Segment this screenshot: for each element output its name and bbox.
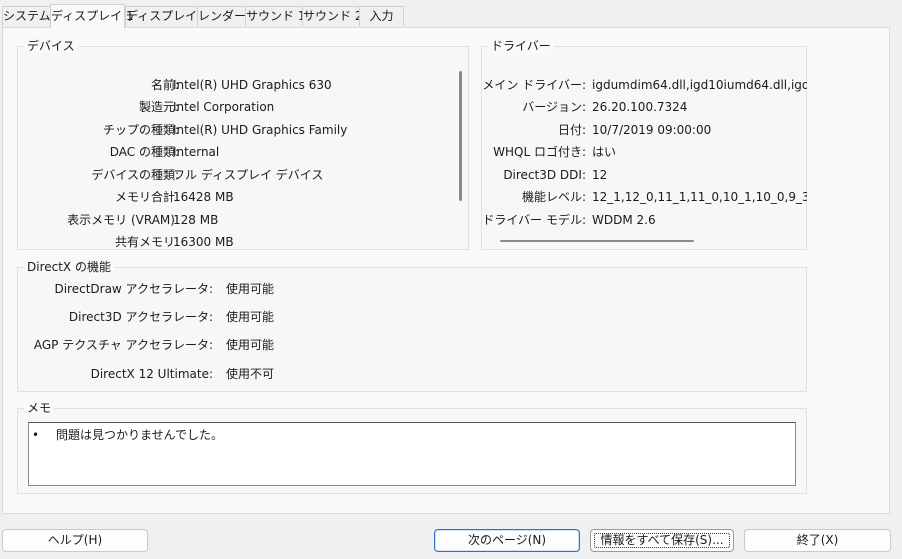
notes-group-title: メモ [24,401,55,415]
notes-text: 問題は見つかりませんでした。 [56,428,224,442]
device-value: Internal [173,145,220,159]
tab-label: サウンド 2 [303,9,363,23]
notes-textbox[interactable]: • 問題は見つかりませんでした。 [28,422,796,486]
device-label: DAC の種類: [109,145,179,159]
tab-sound-1[interactable]: サウンド 1 [245,6,306,26]
help-button-label: ヘルプ(H) [47,533,103,547]
driver-row-version: バージョン: 26.20.100.7324 [482,99,807,115]
save-all-info-button[interactable]: 情報をすべて保存(S)... [590,529,734,552]
driver-label: WHQL ロゴ付き: [493,145,586,159]
tab-system[interactable]: システム [2,6,51,26]
next-page-button[interactable]: 次のページ(N) [434,529,580,552]
directx-row-dx12-ultimate: DirectX 12 Ultimate: 使用不可 [18,366,418,382]
notes-bullet: • [32,428,40,442]
next-page-button-label: 次のページ(N) [467,533,547,547]
tab-display-1[interactable]: ディスプレイ 1 [50,4,134,28]
directx-row-direct3d: Direct3D アクセラレータ: 使用可能 [18,309,418,325]
tab-render[interactable]: レンダー [197,6,246,26]
drivers-horizontal-scrollbar[interactable] [500,240,694,242]
driver-label: 日付: [557,123,586,137]
device-label: 製造元: [138,100,179,114]
tab-display-2[interactable]: ディスプレイ 2 [125,6,209,26]
device-row-manufacturer: 製造元: Intel Corporation [18,99,458,115]
driver-value: 10/7/2019 09:00:00 [592,123,712,137]
directx-label: DirectX 12 Ultimate: [90,367,213,381]
driver-label: Direct3D DDI: [503,168,586,182]
driver-row-feature-levels: 機能レベル: 12_1,12_0,11_1,11_0,10_1,10_0,9_3… [482,189,807,205]
device-row-dac-type: DAC の種類: Internal [18,144,458,160]
tab-sound-2[interactable]: サウンド 2 [302,6,363,26]
driver-value: igdumdim64.dll,igd10iumd64.dll,igd10iumd… [592,78,807,92]
tab-label: ディスプレイ 1 [51,9,134,23]
device-row-total-memory: メモリ合計: 16428 MB [18,189,458,205]
directx-row-directdraw: DirectDraw アクセラレータ: 使用可能 [18,281,418,297]
driver-label: メイン ドライバー: [482,78,586,92]
directx-value: 使用可能 [226,310,275,324]
device-value: 16428 MB [173,190,234,204]
device-value: Intel Corporation [173,100,275,114]
driver-row-whql: WHQL ロゴ付き: はい [482,144,807,160]
directx-label: DirectDraw アクセラレータ: [54,282,213,296]
exit-button[interactable]: 終了(X) [744,529,891,552]
tab-label: レンダー [198,9,247,23]
device-label: 表示メモリ (VRAM): [67,213,179,227]
directx-features-title: DirectX の機能 [24,260,114,274]
device-label: メモリ合計: [114,190,179,204]
tab-label: サウンド 1 [246,9,306,23]
device-label: デバイスの種類: [91,168,179,182]
device-label: チップの種類: [102,123,179,137]
save-all-info-button-label: 情報をすべて保存(S)... [600,533,724,547]
driver-row-main-driver: メイン ドライバー: igdumdim64.dll,igd10iumd64.dl… [482,77,807,93]
device-list[interactable]: 名前: Intel(R) UHD Graphics 630 製造元: Intel… [18,47,458,249]
exit-button-label: 終了(X) [796,533,839,547]
device-label: 名前: [150,78,179,92]
driver-label: 機能レベル: [521,190,586,204]
directx-value: 使用可能 [226,338,275,352]
device-row-vram: 表示メモリ (VRAM): 128 MB [18,212,458,228]
driver-value: はい [592,145,617,159]
drivers-list[interactable]: メイン ドライバー: igdumdim64.dll,igd10iumd64.dl… [482,47,807,237]
device-value: フル ディスプレイ デバイス [173,168,324,182]
notes-group: メモ • 問題は見つかりませんでした。 [17,401,807,494]
device-row-chip-type: チップの種類: Intel(R) UHD Graphics Family [18,122,458,138]
directx-label: Direct3D アクセラレータ: [68,310,213,324]
directx-row-agp-texture: AGP テクスチャ アクセラレータ: 使用可能 [18,337,418,353]
directx-features-group: DirectX の機能 DirectDraw アクセラレータ: 使用可能 Dir… [17,260,807,392]
drivers-group: ドライバー メイン ドライバー: igdumdim64.dll,igd10ium… [481,39,807,250]
device-value: 128 MB [173,213,219,227]
directx-label: AGP テクスチャ アクセラレータ: [33,338,213,352]
tab-label: システム [3,9,51,23]
driver-value: 12 [592,168,608,182]
driver-row-date: 日付: 10/7/2019 09:00:00 [482,122,807,138]
tab-content-panel: デバイス 名前: Intel(R) UHD Graphics 630 製造元: … [2,27,890,514]
device-vertical-scrollbar[interactable] [459,71,462,201]
device-value: Intel(R) UHD Graphics 630 [173,78,332,92]
driver-value: WDDM 2.6 [592,213,656,227]
directx-value: 使用可能 [226,282,275,296]
device-label: 共有メモリ: [114,235,179,249]
driver-label: ドライバー モデル: [482,213,586,227]
tab-label: 入力 [369,9,394,23]
help-button[interactable]: ヘルプ(H) [2,529,148,552]
driver-value: 26.20.100.7324 [592,100,688,114]
driver-row-d3d-ddi: Direct3D DDI: 12 [482,167,807,183]
tab-input[interactable]: 入力 [359,6,404,26]
device-row-device-type: デバイスの種類: フル ディスプレイ デバイス [18,167,458,183]
device-row-name: 名前: Intel(R) UHD Graphics 630 [18,77,458,93]
device-row-shared-memory: 共有メモリ: 16300 MB [18,234,458,249]
driver-row-driver-model: ドライバー モデル: WDDM 2.6 [482,212,807,228]
device-value: 16300 MB [173,235,234,249]
device-value: Intel(R) UHD Graphics Family [173,123,348,137]
driver-value: 12_1,12_0,11_1,11_0,10_1,10_0,9_3,9_2,9_… [592,190,807,204]
directx-value: 使用不可 [226,367,275,381]
device-group: デバイス 名前: Intel(R) UHD Graphics 630 製造元: … [17,39,469,250]
driver-label: バージョン: [522,100,586,114]
